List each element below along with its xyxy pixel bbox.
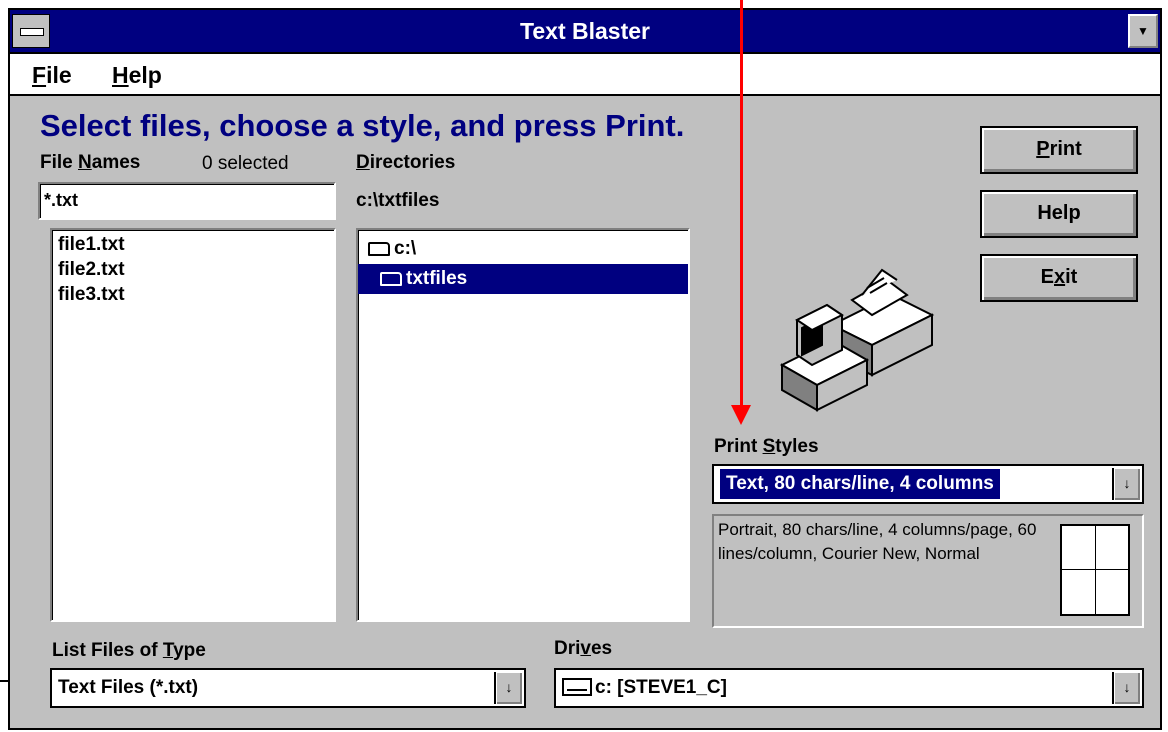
window-title: Text Blaster [520, 18, 650, 44]
folder-open-icon [368, 242, 390, 256]
drive-select[interactable]: c: [STEVE1_C] ↓ [554, 668, 1144, 708]
directory-item-txtfiles[interactable]: txtfiles [358, 264, 688, 294]
style-description-panel: Portrait, 80 chars/line, 4 columns/page,… [712, 514, 1144, 628]
help-button[interactable]: Help [980, 190, 1138, 238]
drives-label: Drives [554, 638, 613, 659]
list-item[interactable]: file3.txt [52, 282, 334, 307]
list-item[interactable]: file2.txt [52, 257, 334, 282]
file-pattern-input[interactable]: *.txt [38, 182, 336, 220]
directory-item-root[interactable]: c:\ [358, 234, 688, 264]
title-bar: Text Blaster ▼ [10, 10, 1160, 54]
print-styles-label: Print Styles [714, 436, 819, 457]
selected-count: 0 selected [202, 153, 289, 174]
pointer-arrow-head [731, 405, 751, 425]
folder-open-icon [380, 272, 402, 286]
file-names-label: File Names [40, 152, 141, 173]
instruction-text: Select files, choose a style, and press … [40, 108, 685, 143]
print-button[interactable]: Print [980, 126, 1138, 174]
minimize-button[interactable]: ▼ [1128, 14, 1158, 48]
edge-mark [0, 680, 8, 682]
exit-button[interactable]: Exit [980, 254, 1138, 302]
dropdown-arrow-icon[interactable]: ↓ [1112, 468, 1140, 500]
file-type-select[interactable]: Text Files (*.txt) ↓ [50, 668, 526, 708]
drive-icon [562, 678, 592, 696]
menu-help[interactable]: Help [112, 62, 162, 89]
dropdown-arrow-icon[interactable]: ↓ [494, 672, 522, 704]
menu-bar: File Help [10, 54, 1160, 96]
page-layout-preview [1060, 524, 1130, 616]
current-directory: c:\txtfiles [356, 190, 440, 211]
file-type-label: List Files of Type [52, 640, 206, 661]
pointer-arrow-line [740, 0, 743, 420]
dropdown-arrow-icon[interactable]: ↓ [1112, 672, 1140, 704]
printer-icon [779, 268, 935, 412]
list-item[interactable]: file1.txt [52, 232, 334, 257]
print-style-select[interactable]: Text, 80 chars/line, 4 columns ↓ [712, 464, 1144, 504]
main-window: Text Blaster ▼ File Help Select files, c… [8, 8, 1162, 730]
directories-label: Directories [356, 152, 456, 173]
directory-list[interactable]: c:\ txtfiles [356, 228, 690, 622]
menu-file[interactable]: File [32, 62, 72, 89]
style-description: Portrait, 80 chars/line, 4 columns/page,… [718, 520, 1037, 563]
file-list[interactable]: file1.txt file2.txt file3.txt [50, 228, 336, 622]
